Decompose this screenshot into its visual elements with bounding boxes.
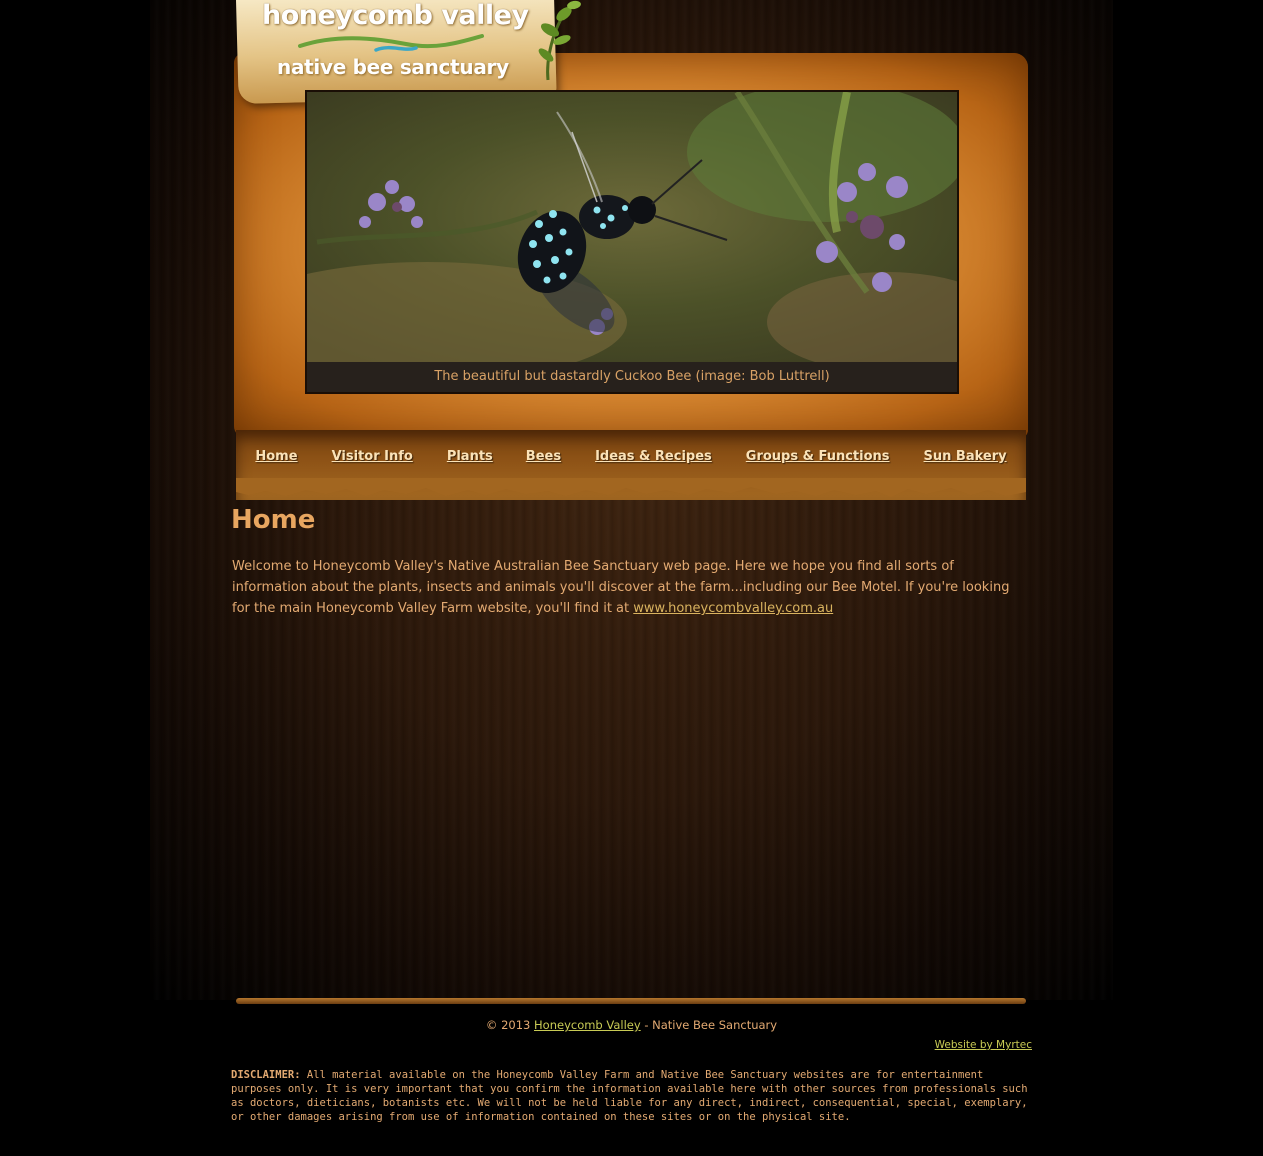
- nav-item-plants[interactable]: Plants: [447, 446, 493, 470]
- leaves-icon: [538, 0, 581, 81]
- nav-item-sun-bakery[interactable]: Sun Bakery: [924, 446, 1007, 470]
- nav-item-bees[interactable]: Bees: [526, 446, 561, 470]
- main-nav: Home Visitor Info Plants Bees Ideas & Re…: [236, 446, 1026, 470]
- copyright-link[interactable]: Honeycomb Valley: [534, 1018, 641, 1032]
- farm-website-link[interactable]: www.honeycombvalley.com.au: [633, 601, 833, 616]
- nav-item-home[interactable]: Home: [255, 446, 297, 470]
- credit-link[interactable]: Website by Myrtec: [935, 1039, 1032, 1051]
- credit: Website by Myrtec: [880, 1039, 1032, 1051]
- hero-caption: The beautiful but dastardly Cuckoo Bee (…: [307, 362, 957, 392]
- logo-subtitle[interactable]: native bee sanctuary: [277, 55, 509, 79]
- nav-item-ideas-recipes[interactable]: Ideas & Recipes: [595, 446, 712, 470]
- torn-edge: [236, 478, 1026, 497]
- disclaimer-text: All material available on the Honeycomb …: [231, 1069, 1028, 1123]
- copyright: © 2013 Honeycomb Valley - Native Bee San…: [0, 1018, 1263, 1032]
- intro-text: Welcome to Honeycomb Valley's Native Aus…: [232, 559, 1010, 616]
- page-title: Home: [231, 505, 316, 535]
- disclaimer-label: DISCLAIMER:: [231, 1069, 301, 1081]
- hero-slideshow: The beautiful but dastardly Cuckoo Bee (…: [305, 90, 959, 394]
- cuckoo-bee-photo: [307, 92, 957, 362]
- nav-item-groups-functions[interactable]: Groups & Functions: [746, 446, 890, 470]
- nav-item-visitor-info[interactable]: Visitor Info: [332, 446, 413, 470]
- logo-title[interactable]: honeycomb valley: [262, 0, 529, 31]
- footer-divider: [236, 998, 1026, 1004]
- disclaimer: DISCLAIMER: All material available on th…: [231, 1068, 1035, 1124]
- intro-paragraph: Welcome to Honeycomb Valley's Native Aus…: [232, 556, 1022, 619]
- copyright-suffix: - Native Bee Sanctuary: [644, 1018, 778, 1032]
- copyright-prefix: © 2013: [485, 1018, 531, 1032]
